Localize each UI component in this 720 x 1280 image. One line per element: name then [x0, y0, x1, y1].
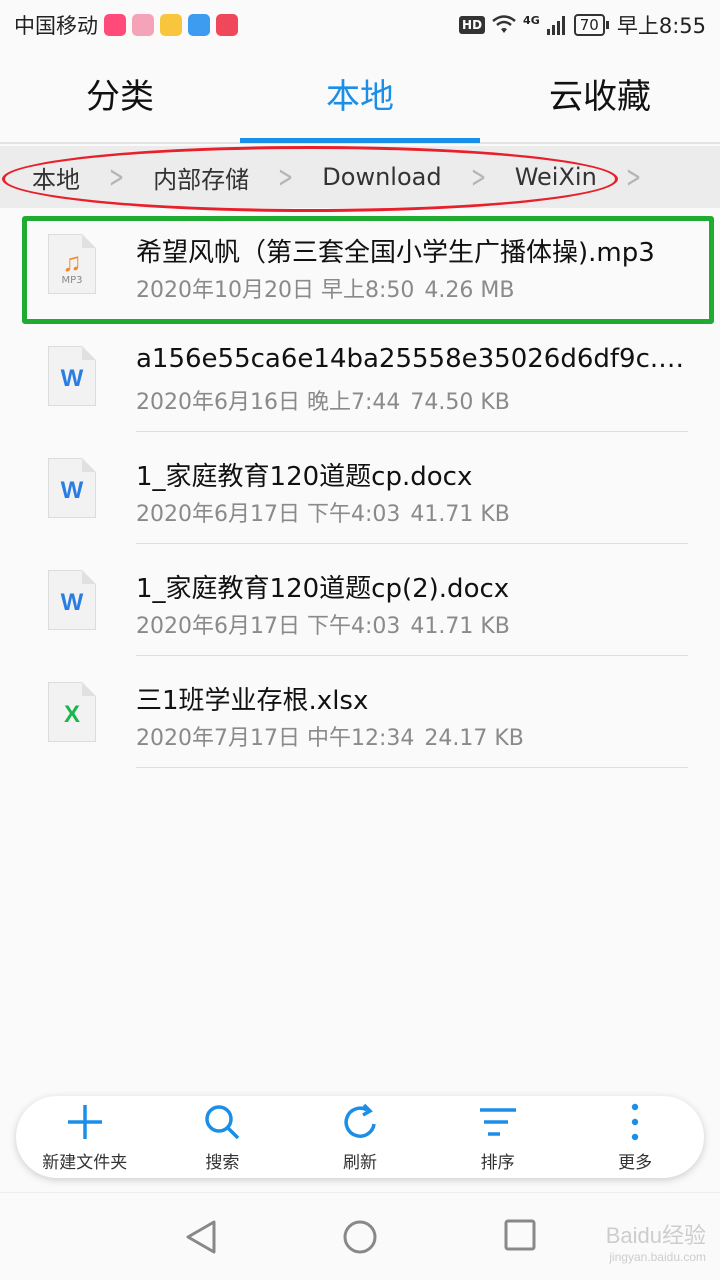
tab-bar: 分类 本地 云收藏 [0, 50, 720, 144]
watermark-brand: Baidu经验 [605, 1223, 706, 1248]
breadcrumb-item-internal-storage[interactable]: 内部存储 [153, 160, 249, 195]
baidu-jingyan-watermark: Baidu经验 jingyan.baidu.com [606, 1218, 706, 1264]
file-type-label: MP3 [61, 275, 83, 286]
more-vertical-icon [631, 1103, 639, 1141]
mp3-file-icon: ♫ MP3 [48, 234, 96, 294]
file-size: 41.71 KB [410, 502, 510, 527]
hd-icon: HD [459, 16, 486, 34]
alipay-app-icon [188, 14, 210, 36]
file-size: 74.50 KB [410, 390, 510, 415]
music-note-icon: ♫ [62, 247, 82, 277]
more-button[interactable]: 更多 [566, 1096, 704, 1178]
file-size: 24.17 KB [424, 726, 524, 751]
list-item[interactable]: ♫ MP3 希望风帆（第三套全国小学生广播体操).mp3 2020年10月20日… [0, 208, 720, 320]
file-name: 三1班学业存根.xlsx [136, 686, 369, 716]
tab-local[interactable]: 本地 [240, 50, 480, 144]
breadcrumb: 本地 > 内部存储 > Download > WeiXin > [0, 146, 720, 208]
word-letter-icon: W [60, 477, 84, 504]
sort-icon [479, 1108, 516, 1136]
list-item[interactable]: X 三1班学业存根.xlsx 2020年7月17日 中午12:34 24.17 K… [0, 656, 720, 768]
breadcrumb-item-weixin[interactable]: WeiXin [515, 163, 597, 191]
tab-indicator [240, 138, 480, 143]
carrier-label: 中国移动 [14, 14, 98, 38]
word-file-icon: W [48, 346, 96, 406]
chevron-right-icon: > [470, 159, 486, 195]
plus-icon [67, 1105, 102, 1139]
file-meta: 2020年10月20日 早上8:50 4.26 MB [136, 272, 514, 304]
recent-apps-icon[interactable] [504, 1219, 536, 1251]
new-folder-label: 新建文件夹 [42, 1153, 128, 1173]
battery-icon: 70 [573, 14, 609, 36]
file-date: 2020年7月17日 中午12:34 [136, 726, 415, 751]
status-bar: 中国移动 HD 4G 70 早上8:55 [0, 0, 720, 50]
file-date: 2020年6月17日 下午4:03 [136, 614, 401, 639]
file-name: 希望风帆（第三套全国小学生广播体操).mp3 [136, 238, 655, 268]
clock-label: 早上8:55 [616, 14, 706, 38]
file-date: 2020年10月20日 早上8:50 [136, 278, 415, 303]
file-size: 41.71 KB [410, 614, 510, 639]
kuai-app-icon [160, 14, 182, 36]
search-label: 搜索 [205, 1153, 240, 1173]
search-icon [205, 1105, 240, 1140]
more-label: 更多 [618, 1153, 653, 1173]
status-bar-right: HD 4G 70 早上8:55 [459, 10, 706, 40]
file-size: 4.26 MB [424, 278, 515, 303]
file-meta: 2020年6月17日 下午4:03 41.71 KB [136, 496, 510, 528]
home-icon[interactable] [342, 1219, 378, 1255]
file-list: ♫ MP3 希望风帆（第三套全国小学生广播体操).mp3 2020年10月20日… [0, 208, 720, 768]
file-name: 1_家庭教育120道题cp(2).docx [136, 574, 510, 604]
new-folder-button[interactable]: 新建文件夹 [16, 1096, 154, 1178]
sort-label: 排序 [480, 1153, 515, 1173]
tab-cloud-favorites[interactable]: 云收藏 [480, 50, 720, 144]
refresh-button[interactable]: 刷新 [291, 1096, 429, 1178]
word-file-icon: W [48, 570, 96, 630]
chevron-right-icon: > [625, 159, 641, 195]
sort-button[interactable]: 排序 [429, 1096, 567, 1178]
divider [136, 767, 688, 768]
excel-file-icon: X [48, 682, 96, 742]
back-icon[interactable] [184, 1219, 218, 1255]
wifi-icon [492, 15, 516, 33]
word-letter-icon: W [60, 365, 84, 392]
word-letter-icon: W [60, 589, 84, 616]
tab-category[interactable]: 分类 [0, 50, 240, 144]
list-item[interactable]: W a156e55ca6e14ba25558e35026d6df9c.docx … [0, 320, 720, 432]
search-button[interactable]: 搜索 [154, 1096, 292, 1178]
file-meta: 2020年6月17日 下午4:03 41.71 KB [136, 608, 510, 640]
status-bar-left: 中国移动 [14, 10, 238, 40]
chevron-right-icon: > [278, 159, 294, 195]
chevron-right-icon: > [109, 159, 125, 195]
bottom-toolbar: 新建文件夹 搜索 刷新 排序 更多 [16, 1096, 704, 1178]
network-type-label: 4G [523, 14, 540, 27]
file-meta: 2020年7月17日 中午12:34 24.17 KB [136, 720, 524, 752]
gift-app-icon [216, 14, 238, 36]
list-item[interactable]: W 1_家庭教育120道题cp.docx 2020年6月17日 下午4:03 41… [0, 432, 720, 544]
file-date: 2020年6月17日 下午4:03 [136, 502, 401, 527]
breadcrumb-item-local[interactable]: 本地 [32, 160, 80, 195]
refresh-icon [344, 1103, 376, 1138]
file-name: 1_家庭教育120道题cp.docx [136, 462, 473, 492]
file-meta: 2020年6月16日 晚上7:44 74.50 KB [136, 384, 510, 416]
breadcrumb-item-download[interactable]: Download [322, 163, 441, 191]
file-name: a156e55ca6e14ba25558e35026d6df9c.docx [136, 344, 688, 374]
video-app-icon [104, 14, 126, 36]
watermark-url: jingyan.baidu.com [609, 1250, 706, 1264]
refresh-label: 刷新 [342, 1153, 377, 1173]
signal-icon [546, 16, 565, 35]
excel-letter-icon: X [63, 701, 80, 728]
word-file-icon: W [48, 458, 96, 518]
list-item[interactable]: W 1_家庭教育120道题cp(2).docx 2020年6月17日 下午4:0… [0, 544, 720, 656]
file-date: 2020年6月16日 晚上7:44 [136, 390, 401, 415]
baby-app-icon [132, 14, 154, 36]
